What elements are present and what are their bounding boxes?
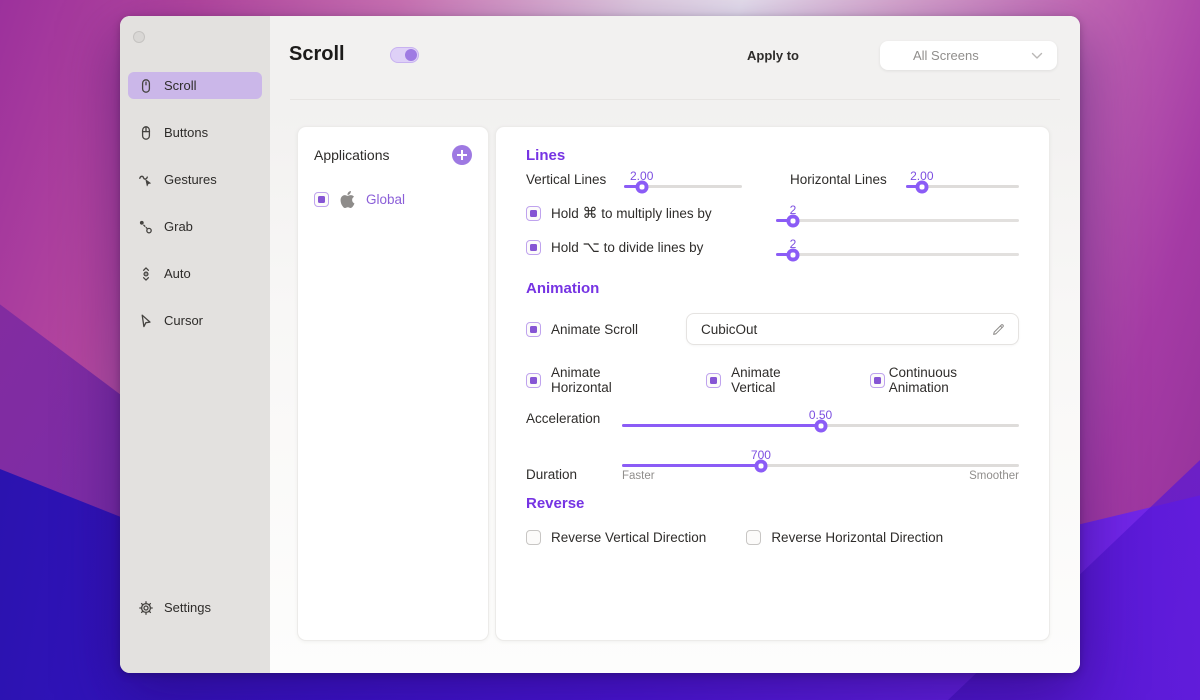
sidebar-item-label: Grab — [164, 219, 193, 234]
apply-to-label: Apply to — [747, 48, 799, 63]
sidebar-item-label: Scroll — [164, 78, 197, 93]
cursor-icon — [138, 313, 154, 329]
sidebar-item-scroll[interactable]: Scroll — [128, 72, 262, 99]
option-key-glyph: ⌥ — [583, 239, 600, 256]
animate-horizontal-checkbox[interactable] — [526, 373, 541, 388]
horizontal-lines-label: Horizontal Lines — [790, 172, 894, 187]
grab-icon — [138, 219, 154, 235]
sidebar-item-label: Buttons — [164, 125, 208, 140]
sidebar-item-cursor[interactable]: Cursor — [128, 307, 262, 334]
divide-label: Hold ⌥ to divide lines by — [551, 238, 703, 256]
sidebar-item-label: Settings — [164, 600, 211, 615]
mouse-scroll-icon — [138, 78, 154, 94]
applications-title: Applications — [314, 147, 390, 163]
sidebar: Scroll Buttons Gestures Grab — [120, 16, 270, 673]
sidebar-item-label: Cursor — [164, 313, 203, 328]
reverse-vertical-label: Reverse Vertical Direction — [551, 530, 706, 545]
reverse-horizontal-option[interactable]: Reverse Horizontal Direction — [746, 530, 943, 545]
scroll-settings-panel: Lines Vertical Lines 2.00 Horizontal Lin… — [495, 126, 1050, 641]
apply-to-dropdown[interactable]: All Screens — [880, 41, 1057, 70]
auto-scroll-icon — [138, 266, 154, 282]
divide-checkbox[interactable] — [526, 240, 541, 255]
duration-slider[interactable]: 700 — [622, 449, 1019, 467]
duration-label: Duration — [526, 467, 622, 482]
reverse-horizontal-checkbox[interactable] — [746, 530, 761, 545]
applications-panel: Applications Global — [297, 126, 489, 641]
sidebar-item-label: Gestures — [164, 172, 217, 187]
animation-section-title: Animation — [526, 280, 1019, 297]
animate-scroll-checkbox[interactable] — [526, 322, 541, 337]
continuous-animation-label: Continuous Animation — [889, 365, 1019, 395]
slider-thumb[interactable] — [915, 180, 928, 193]
app-window: Scroll Buttons Gestures Grab — [120, 16, 1080, 673]
multiply-checkbox[interactable] — [526, 206, 541, 221]
dropdown-value: All Screens — [913, 48, 979, 63]
duration-faster-hint: Faster — [622, 470, 655, 482]
sidebar-item-auto[interactable]: Auto — [128, 260, 262, 287]
add-application-button[interactable] — [452, 145, 472, 165]
sidebar-item-buttons[interactable]: Buttons — [128, 119, 262, 146]
toggle-knob — [405, 49, 417, 61]
window-close-button[interactable] — [133, 31, 145, 43]
slider-thumb[interactable] — [635, 180, 648, 193]
sidebar-item-label: Auto — [164, 266, 191, 281]
reverse-vertical-option[interactable]: Reverse Vertical Direction — [526, 530, 706, 545]
animate-vertical-label: Animate Vertical — [731, 365, 828, 395]
pencil-edit-icon[interactable] — [991, 322, 1006, 337]
slider-thumb[interactable] — [787, 214, 800, 227]
vertical-lines-slider[interactable]: 2.00 — [624, 170, 742, 188]
sidebar-item-gestures[interactable]: Gestures — [128, 166, 262, 193]
header-divider — [290, 99, 1060, 100]
scroll-enable-toggle[interactable] — [390, 47, 419, 63]
animate-vertical-checkbox[interactable] — [706, 373, 721, 388]
multiply-label: Hold ⌘ to multiply lines by — [551, 204, 712, 222]
page-title: Scroll — [289, 43, 345, 66]
main-content: Scroll Apply to All Screens Applications — [270, 16, 1080, 673]
animate-horizontal-option[interactable]: Animate Horizontal — [526, 365, 664, 395]
apple-logo-icon — [339, 191, 356, 208]
command-key-glyph: ⌘ — [583, 205, 598, 222]
application-item-global[interactable]: Global — [314, 191, 472, 208]
animate-horizontal-label: Animate Horizontal — [551, 365, 664, 395]
animate-scroll-label: Animate Scroll — [551, 322, 638, 337]
application-label: Global — [366, 192, 405, 207]
continuous-animation-option[interactable]: Continuous Animation — [870, 365, 1019, 395]
slider-thumb[interactable] — [787, 248, 800, 261]
horizontal-lines-slider[interactable]: 2.00 — [906, 170, 1019, 188]
global-checkbox[interactable] — [314, 192, 329, 207]
vertical-lines-label: Vertical Lines — [526, 172, 612, 187]
animate-vertical-option[interactable]: Animate Vertical — [706, 365, 828, 395]
gear-icon — [138, 600, 154, 616]
divide-slider[interactable]: 2 — [776, 238, 1019, 256]
multiply-slider[interactable]: 2 — [776, 204, 1019, 222]
lines-section-title: Lines — [526, 147, 1019, 164]
chevron-down-icon — [1031, 52, 1043, 60]
acceleration-label: Acceleration — [526, 411, 622, 426]
sidebar-item-settings[interactable]: Settings — [128, 594, 262, 621]
reverse-vertical-checkbox[interactable] — [526, 530, 541, 545]
continuous-animation-checkbox[interactable] — [870, 373, 885, 388]
slider-thumb[interactable] — [814, 419, 827, 432]
easing-field[interactable]: CubicOut — [686, 313, 1019, 345]
sidebar-item-grab[interactable]: Grab — [128, 213, 262, 240]
reverse-horizontal-label: Reverse Horizontal Direction — [771, 530, 943, 545]
easing-value: CubicOut — [701, 322, 991, 337]
mouse-buttons-icon — [138, 125, 154, 141]
duration-smoother-hint: Smoother — [969, 470, 1019, 482]
gesture-icon — [138, 172, 154, 188]
header: Scroll Apply to All Screens — [270, 16, 1080, 99]
reverse-section-title: Reverse — [526, 495, 1019, 512]
acceleration-slider[interactable]: 0.50 — [622, 409, 1019, 427]
